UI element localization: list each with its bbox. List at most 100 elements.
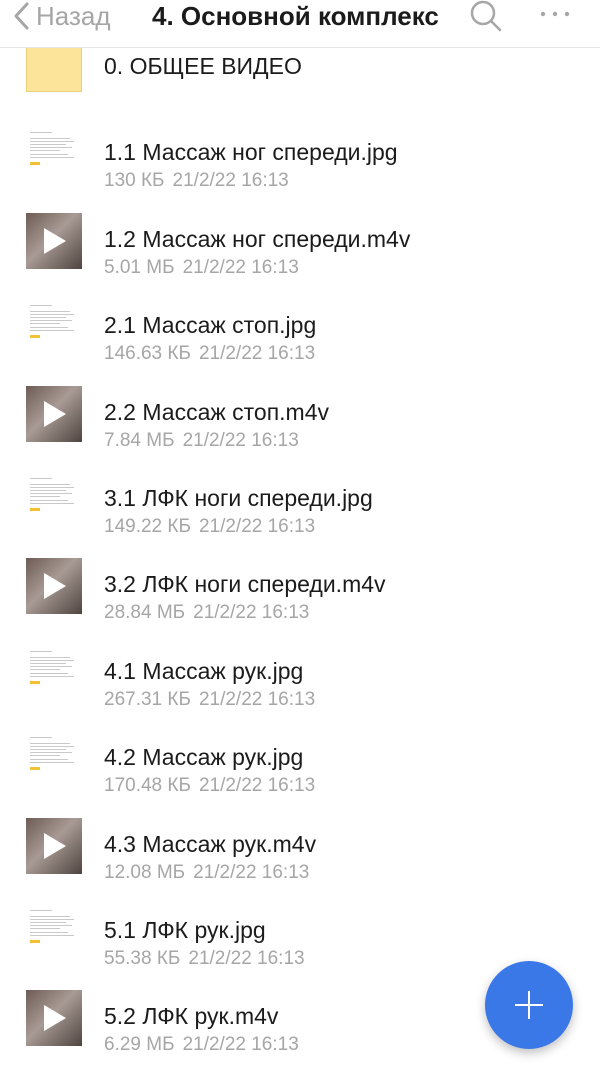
back-label: Назад bbox=[36, 0, 111, 31]
file-name: 2.1 Массаж стоп.jpg bbox=[104, 312, 317, 339]
video-thumbnail bbox=[26, 558, 82, 615]
image-thumbnail bbox=[26, 299, 82, 356]
thumbnail-text-line bbox=[30, 327, 68, 329]
thumbnail-highlight bbox=[30, 162, 40, 166]
thumbnail-text-line bbox=[30, 675, 74, 677]
thumbnail-text-line bbox=[30, 147, 72, 149]
thumbnail-highlight bbox=[30, 335, 40, 339]
file-date: 21/2/22 16:13 bbox=[198, 775, 316, 797]
thumbnail-text-line bbox=[30, 154, 68, 156]
thumbnail-text-line bbox=[30, 489, 66, 491]
thumbnail-text-line bbox=[30, 656, 70, 658]
file-size: 146.63 КБ bbox=[104, 343, 191, 365]
thumbnail-highlight bbox=[30, 507, 40, 511]
thumbnail-text-line bbox=[30, 320, 72, 322]
more-horizontal-icon bbox=[540, 11, 570, 17]
thumbnail-text-line bbox=[30, 662, 66, 664]
file-date: 21/2/22 16:13 bbox=[198, 515, 316, 537]
file-meta: 146.63 КБ 21/2/22 16:13 bbox=[104, 342, 315, 366]
file-size: 267.31 КБ bbox=[104, 688, 191, 710]
file-meta: 6.29 МБ 21/2/22 16:13 bbox=[104, 1033, 299, 1057]
file-list: 0. ОБЩЕЕ ВИДЕО 1.1 Массаж ног спереди.jpg… bbox=[0, 22, 600, 1059]
file-name: 1.1 Массаж ног спереди.jpg bbox=[104, 139, 398, 166]
play-icon bbox=[44, 573, 66, 600]
thumbnail-text-line bbox=[30, 921, 66, 923]
file-meta: 170.48 КБ 21/2/22 16:13 bbox=[104, 774, 315, 798]
file-date: 21/2/22 16:13 bbox=[182, 1034, 299, 1056]
file-meta: 5.01 МБ 21/2/22 16:13 bbox=[104, 256, 299, 280]
file-item[interactable]: 1.2 Массаж ног спереди.m4v 5.01 МБ 21/2/22… bbox=[0, 195, 600, 281]
file-item[interactable]: 3.1 ЛФК ноги спереди.jpg 149.22 КБ 21/2/22… bbox=[0, 454, 600, 540]
image-thumbnail bbox=[26, 731, 82, 788]
back-button[interactable]: Назад bbox=[12, 0, 111, 32]
more-button[interactable] bbox=[536, 0, 576, 32]
file-date: 21/2/22 16:13 bbox=[182, 429, 299, 451]
image-thumbnail bbox=[26, 471, 82, 528]
search-button[interactable] bbox=[468, 0, 504, 32]
thumbnail-text-line bbox=[30, 762, 74, 764]
file-meta: 149.22 КБ 21/2/22 16:13 bbox=[104, 515, 315, 539]
file-name: 5.2 ЛФК рук.m4v bbox=[104, 1003, 279, 1030]
thumbnail-text-line bbox=[30, 499, 68, 501]
video-thumbnail bbox=[26, 817, 82, 874]
thumbnail-text-line bbox=[30, 486, 74, 488]
file-size: 170.48 КБ bbox=[104, 775, 191, 797]
thumbnail-text-line bbox=[30, 317, 66, 319]
file-meta: 7.84 МБ 21/2/22 16:13 bbox=[104, 429, 299, 453]
file-date: 21/2/22 16:13 bbox=[193, 602, 310, 624]
file-name: 5.1 ЛФК рук.jpg bbox=[104, 916, 266, 943]
file-date: 21/2/22 16:13 bbox=[188, 947, 305, 969]
thumbnail-text-line bbox=[30, 132, 52, 134]
thumbnail-text-line bbox=[30, 665, 72, 667]
add-button[interactable] bbox=[485, 961, 573, 1049]
file-name: 3.1 ЛФК ноги спереди.jpg bbox=[104, 484, 373, 511]
thumbnail-text-line bbox=[30, 749, 66, 751]
file-size: 28.84 МБ bbox=[104, 602, 186, 624]
file-item[interactable]: 4.2 Массаж рук.jpg 170.48 КБ 21/2/22 16:13 bbox=[0, 713, 600, 799]
file-date: 21/2/22 16:13 bbox=[182, 256, 299, 278]
file-size: 130 КБ bbox=[104, 170, 165, 192]
page-title: 4. Основной комплекс bbox=[152, 1, 439, 31]
file-name: 4.3 Массаж рук.m4v bbox=[104, 830, 317, 857]
plus-icon-stroke bbox=[528, 991, 530, 1019]
thumbnail-text-line bbox=[30, 668, 60, 670]
video-thumbnail bbox=[26, 990, 82, 1047]
file-item[interactable]: 2.2 Массаж стоп.m4v 7.84 МБ 21/2/22 16:13 bbox=[0, 368, 600, 454]
thumbnail-text-line bbox=[30, 918, 74, 920]
search-icon bbox=[470, 0, 502, 32]
file-item[interactable]: 4.3 Массаж рук.m4v 12.08 МБ 21/2/22 16:13 bbox=[0, 800, 600, 886]
file-item[interactable]: 4.1 Массаж рук.jpg 267.31 КБ 21/2/22 16:13 bbox=[0, 627, 600, 713]
file-size: 12.08 МБ bbox=[104, 861, 186, 883]
file-item[interactable]: 5.1 ЛФК рук.jpg 55.38 КБ 21/2/22 16:13 bbox=[0, 886, 600, 972]
file-meta: 28.84 МБ 21/2/22 16:13 bbox=[104, 601, 309, 625]
file-meta: 12.08 МБ 21/2/22 16:13 bbox=[104, 861, 309, 885]
image-thumbnail bbox=[26, 126, 82, 183]
play-icon bbox=[44, 400, 66, 427]
thumbnail-text-line bbox=[30, 311, 70, 313]
thumbnail-text-line bbox=[30, 502, 74, 504]
chevron-left-icon bbox=[14, 2, 29, 30]
file-item[interactable]: 2.1 Массаж стоп.jpg 146.63 КБ 21/2/22 16:1… bbox=[0, 281, 600, 367]
play-icon bbox=[44, 227, 66, 254]
thumbnail-text-line bbox=[30, 755, 60, 757]
file-name: 1.2 Массаж ног спереди.m4v bbox=[104, 225, 411, 252]
image-thumbnail bbox=[26, 903, 82, 960]
thumbnail-text-line bbox=[30, 931, 68, 933]
thumbnail-text-line bbox=[30, 924, 72, 926]
thumbnail-text-line bbox=[30, 752, 72, 754]
play-icon bbox=[44, 832, 66, 859]
thumbnail-highlight bbox=[30, 767, 40, 771]
file-date: 21/2/22 16:13 bbox=[198, 688, 316, 710]
thumbnail-text-line bbox=[30, 144, 66, 146]
file-item[interactable]: 1.1 Массаж ног спереди.jpg 130 КБ 21/2/22 … bbox=[0, 108, 600, 194]
video-thumbnail bbox=[26, 385, 82, 442]
file-item[interactable]: 3.2 ЛФК ноги спереди.m4v 28.84 МБ 21/2/22 … bbox=[0, 540, 600, 626]
file-date: 21/2/22 16:13 bbox=[193, 861, 310, 883]
file-name: 0. ОБЩЕЕ ВИДЕО bbox=[104, 53, 302, 79]
file-meta: 267.31 КБ 21/2/22 16:13 bbox=[104, 688, 315, 712]
image-thumbnail bbox=[26, 644, 82, 701]
thumbnail-text-line bbox=[30, 909, 52, 911]
file-name: 4.2 Массаж рук.jpg bbox=[104, 744, 304, 771]
thumbnail-text-line bbox=[30, 934, 74, 936]
thumbnail-text-line bbox=[30, 915, 70, 917]
